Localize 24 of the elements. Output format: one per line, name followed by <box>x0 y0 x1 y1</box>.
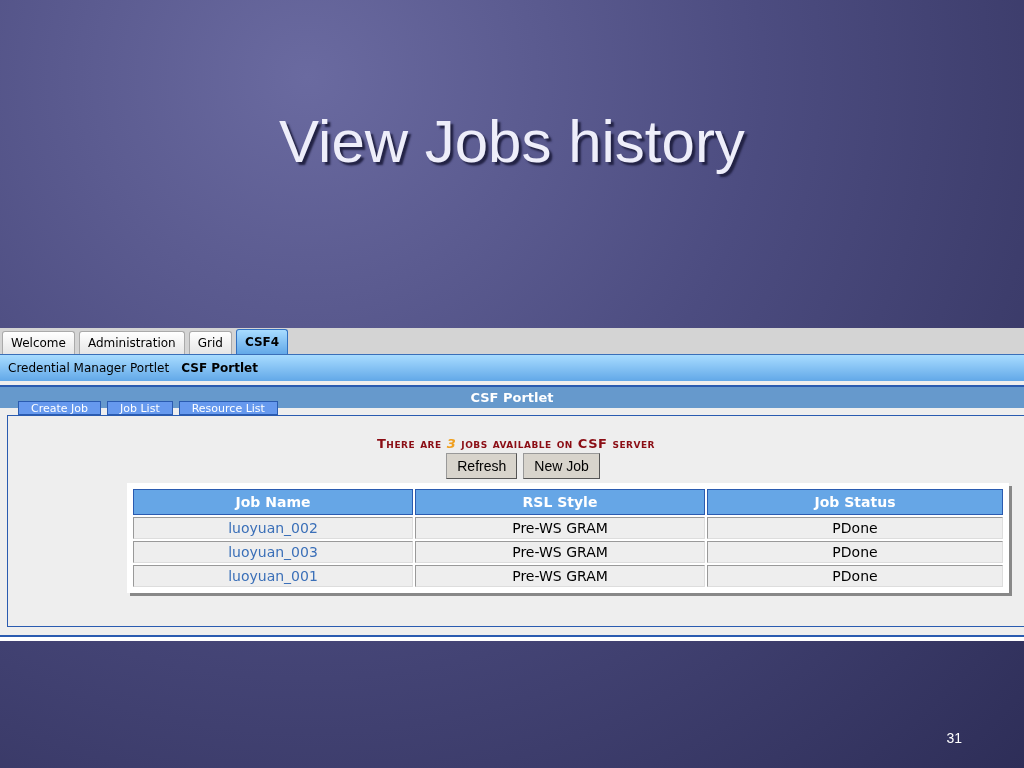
table-cell: Pre-WS GRAM <box>415 565 705 587</box>
portlet-title: CSF Portlet <box>470 390 554 405</box>
jobs-message: There are 3 jobs available on CSF server <box>377 436 655 451</box>
tab[interactable]: Administration <box>78 331 185 354</box>
job-name-link[interactable]: luoyuan_002 <box>228 520 318 536</box>
tab[interactable]: Welcome <box>2 331 75 354</box>
action-button[interactable]: New Job <box>523 453 600 479</box>
column-header: Job Name <box>133 489 413 515</box>
table-cell: Pre-WS GRAM <box>415 517 705 539</box>
slide-title: View Jobs history <box>279 107 745 177</box>
job-name-link[interactable]: luoyuan_003 <box>228 544 318 560</box>
table-cell: PDone <box>707 541 1003 563</box>
table-cell: PDone <box>707 565 1003 587</box>
column-header: RSL Style <box>415 489 705 515</box>
tab[interactable]: CSF4 <box>235 329 289 354</box>
job-name-link[interactable]: luoyuan_001 <box>228 568 318 584</box>
table-cell: Pre-WS GRAM <box>415 541 705 563</box>
action-button[interactable]: Refresh <box>446 453 518 479</box>
column-header: Job Status <box>707 489 1003 515</box>
tab[interactable]: Grid <box>188 331 232 354</box>
slide-number: 31 <box>946 730 962 746</box>
portlet-link[interactable]: CSF Portlet <box>181 361 258 375</box>
portlet-link[interactable]: Credential Manager Portlet <box>8 361 170 375</box>
table-cell: PDone <box>707 517 1003 539</box>
